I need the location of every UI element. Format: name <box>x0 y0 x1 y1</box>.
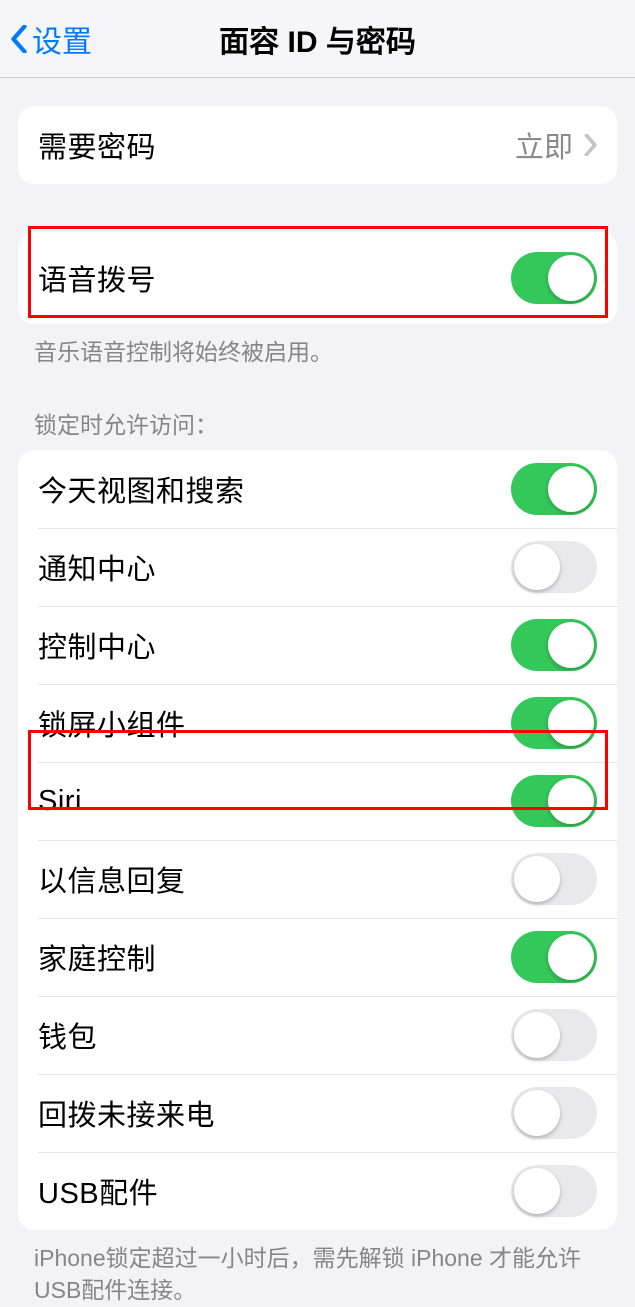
locked-access-row: 今天视图和搜索 <box>18 450 617 528</box>
locked-access-row: 控制中心 <box>18 606 617 684</box>
nav-bar: 设置 面容 ID 与密码 <box>0 0 635 78</box>
locked-access-label: 以信息回复 <box>38 858 186 900</box>
voice-dial-group: 语音拨号 <box>18 232 617 324</box>
locked-access-label: USB配件 <box>38 1170 158 1212</box>
locked-access-toggle[interactable] <box>511 1087 597 1139</box>
require-passcode-label: 需要密码 <box>38 124 156 166</box>
locked-access-toggle[interactable] <box>511 775 597 827</box>
locked-access-toggle[interactable] <box>511 541 597 593</box>
locked-access-toggle[interactable] <box>511 619 597 671</box>
voice-dial-label: 语音拨号 <box>38 257 156 299</box>
page-title: 面容 ID 与密码 <box>219 17 416 61</box>
locked-access-footer: iPhone锁定超过一小时后，需先解锁 iPhone 才能允许USB配件连接。 <box>0 1230 635 1306</box>
voice-dial-footer: 音乐语音控制将始终被启用。 <box>0 324 635 368</box>
locked-access-toggle[interactable] <box>511 853 597 905</box>
content: 需要密码 立即 语音拨号 音乐语音控制将始终被启用。 锁定时允许访问： 今天视图… <box>0 106 635 1307</box>
locked-access-row: 通知中心 <box>18 528 617 606</box>
voice-dial-toggle[interactable] <box>511 252 597 304</box>
locked-access-row: 以信息回复 <box>18 840 617 918</box>
chevron-left-icon <box>10 25 28 53</box>
locked-access-label: 控制中心 <box>38 624 156 666</box>
locked-access-row: 锁屏小组件 <box>18 684 617 762</box>
locked-access-row: Siri <box>18 762 617 840</box>
locked-access-label: 今天视图和搜索 <box>38 468 245 510</box>
locked-access-label: 钱包 <box>38 1014 97 1056</box>
locked-access-row: USB配件 <box>18 1152 617 1230</box>
locked-access-toggle[interactable] <box>511 463 597 515</box>
locked-access-toggle[interactable] <box>511 697 597 749</box>
locked-access-row: 钱包 <box>18 996 617 1074</box>
locked-access-toggle[interactable] <box>511 931 597 983</box>
locked-access-label: 家庭控制 <box>38 936 156 978</box>
row-right: 立即 <box>515 124 597 166</box>
chevron-right-icon <box>583 134 597 156</box>
locked-access-label: 锁屏小组件 <box>38 702 186 744</box>
locked-access-header: 锁定时允许访问： <box>0 406 635 450</box>
locked-access-row: 家庭控制 <box>18 918 617 996</box>
back-button[interactable]: 设置 <box>10 17 92 61</box>
locked-access-label: 通知中心 <box>38 546 156 588</box>
locked-access-row: 回拨未接来电 <box>18 1074 617 1152</box>
locked-access-toggle[interactable] <box>511 1009 597 1061</box>
require-passcode-row[interactable]: 需要密码 立即 <box>18 106 617 184</box>
require-passcode-value: 立即 <box>515 124 573 166</box>
voice-dial-row: 语音拨号 <box>18 232 617 324</box>
locked-access-label: Siri <box>38 785 82 818</box>
locked-access-label: 回拨未接来电 <box>38 1092 215 1134</box>
passcode-group: 需要密码 立即 <box>18 106 617 184</box>
back-label: 设置 <box>32 17 92 61</box>
locked-access-group: 今天视图和搜索通知中心控制中心锁屏小组件 Siri 以信息回复家庭控制钱包回拨未接来… <box>18 450 617 1230</box>
locked-access-toggle[interactable] <box>511 1165 597 1217</box>
